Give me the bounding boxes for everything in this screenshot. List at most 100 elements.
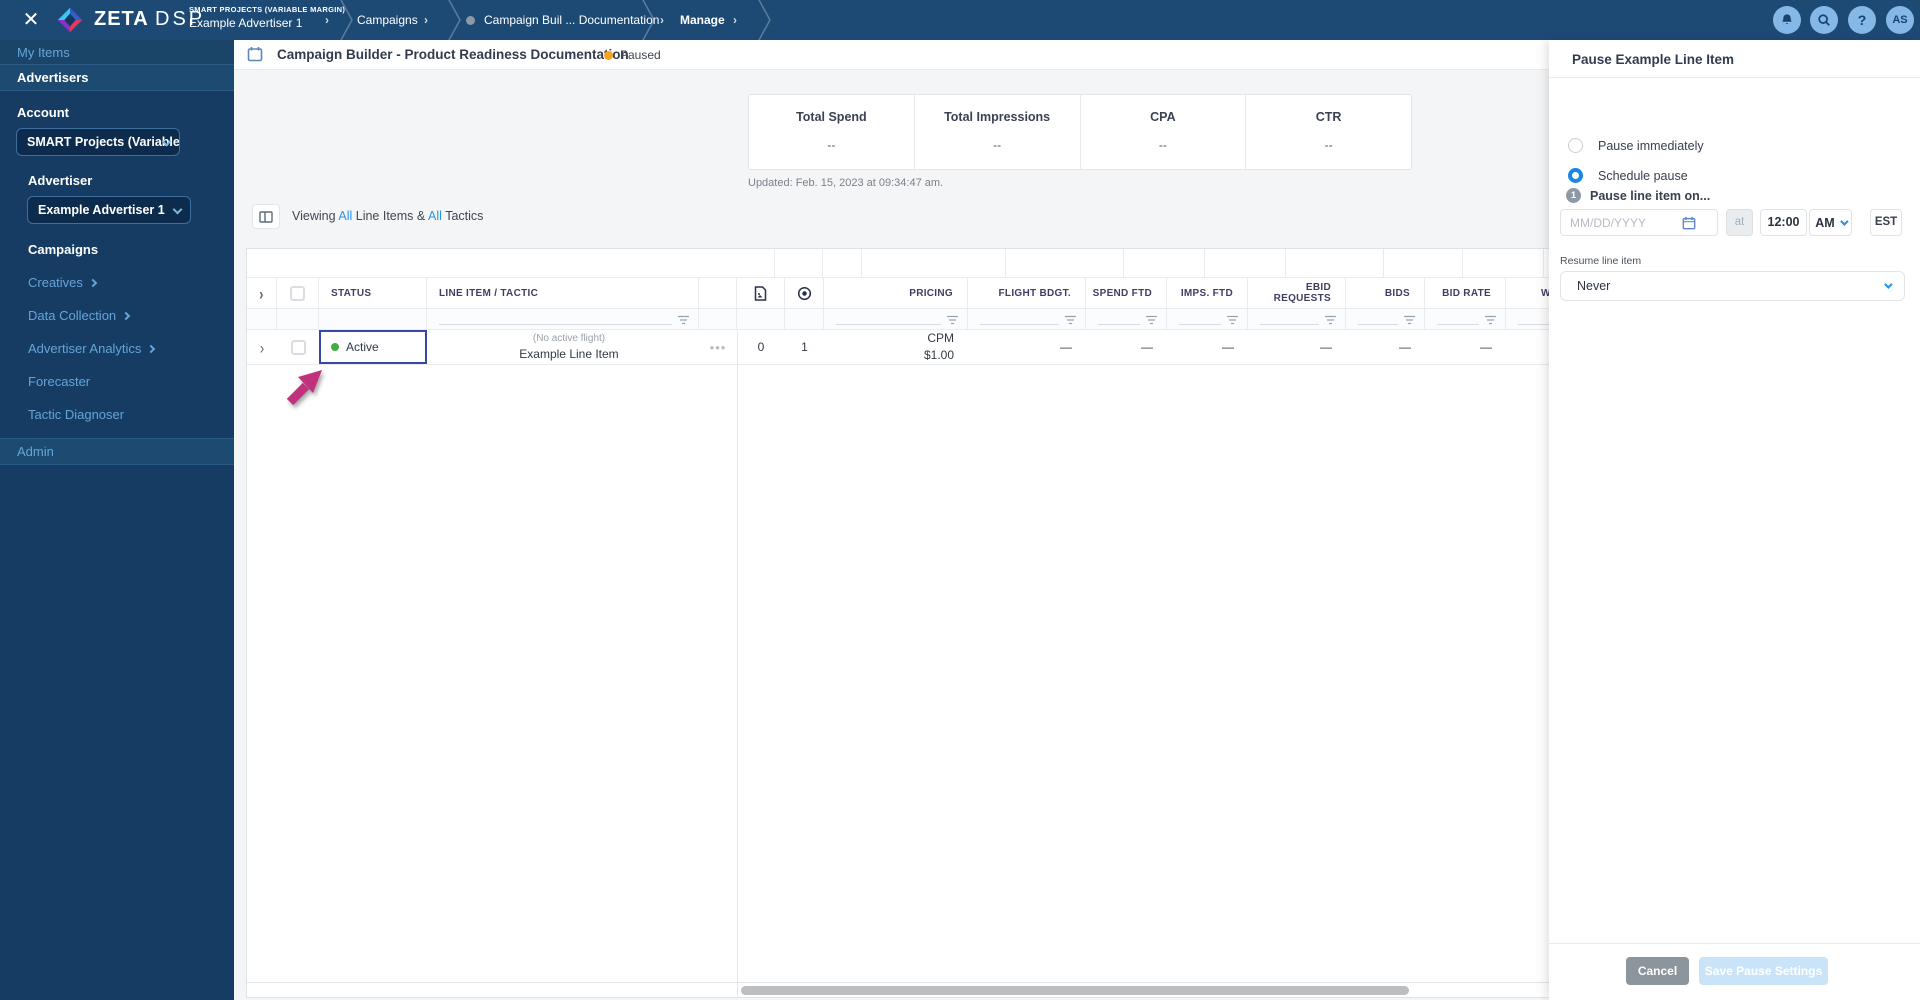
table-blank-band xyxy=(247,249,1705,277)
sidebar-item-label: Advertiser Analytics xyxy=(28,341,142,356)
sidebar-item-label: Creatives xyxy=(28,275,83,290)
calendar-icon[interactable] xyxy=(1682,216,1696,230)
meridiem-select[interactable]: AM xyxy=(1809,209,1852,236)
filter-icon xyxy=(1065,315,1076,325)
expand-row-icon[interactable]: › xyxy=(260,337,264,357)
row-checkbox[interactable] xyxy=(290,339,306,355)
column-header-bids[interactable]: BIDS xyxy=(1346,278,1425,308)
filter-icon xyxy=(1485,315,1496,325)
search-button[interactable] xyxy=(1810,6,1838,34)
column-settings-button[interactable] xyxy=(252,204,280,229)
filter-flight-bdgt[interactable] xyxy=(968,309,1086,329)
help-button[interactable]: ? xyxy=(1848,6,1876,34)
table-empty-body xyxy=(247,366,1705,982)
advertiser-select[interactable]: Example Advertiser 1 xyxy=(27,196,191,224)
breadcrumb-manage[interactable]: Manage xyxy=(680,13,725,27)
resume-select[interactable]: Never xyxy=(1560,271,1905,301)
breadcrumb-campaigns[interactable]: Campaigns xyxy=(357,13,418,27)
flight-bdgt-value: — xyxy=(1060,340,1072,354)
pricing-cell: CPM $1.00 xyxy=(824,330,968,364)
filter-line-item[interactable] xyxy=(427,309,699,329)
pause-time-input[interactable] xyxy=(1761,210,1806,235)
notifications-button[interactable] xyxy=(1773,6,1801,34)
column-header-tactics[interactable] xyxy=(785,278,824,308)
sidebar-item-campaigns[interactable]: Campaigns xyxy=(0,242,234,257)
close-icon[interactable]: ✕ xyxy=(20,9,42,31)
line-item-cell[interactable]: (No active flight) Example Line Item xyxy=(427,330,699,364)
filter-bids[interactable] xyxy=(1346,309,1425,329)
sidebar-item-advertiser-analytics[interactable]: Advertiser Analytics xyxy=(0,341,234,356)
pointer-arrow-icon xyxy=(284,358,334,413)
save-pause-settings-button[interactable]: Save Pause Settings xyxy=(1699,957,1828,985)
breadcrumb-advertiser-label: Example Advertiser 1 xyxy=(189,16,303,30)
meridiem-value: AM xyxy=(1815,215,1835,230)
help-icon: ? xyxy=(1857,12,1867,28)
filter-icon xyxy=(1227,315,1238,325)
filter-imps-ftd[interactable] xyxy=(1167,309,1248,329)
chevron-right-icon[interactable]: › xyxy=(424,13,428,27)
radio-unchecked-icon[interactable] xyxy=(1568,138,1583,153)
column-header-line-item[interactable]: LINE ITEM / TACTIC xyxy=(427,278,699,308)
sidebar-item-admin[interactable]: Admin xyxy=(0,438,234,465)
filter-bid-rate[interactable] xyxy=(1425,309,1506,329)
row-actions-menu-icon[interactable]: ••• xyxy=(710,340,727,355)
filter-pricing[interactable] xyxy=(824,309,968,329)
sidebar-item-my-items[interactable]: My Items xyxy=(0,40,234,64)
column-header-bid-rate[interactable]: BID RATE xyxy=(1425,278,1506,308)
chevron-right-icon xyxy=(147,344,156,353)
pause-immediately-option[interactable]: Pause immediately xyxy=(1568,138,1704,153)
ebid-requests-value: — xyxy=(1320,340,1332,354)
column-header-flight-bdgt[interactable]: FLIGHT BDGT. xyxy=(968,278,1086,308)
sidebar-item-creatives[interactable]: Creatives xyxy=(0,275,234,290)
filter-spend-ftd[interactable] xyxy=(1086,309,1167,329)
pause-time-field[interactable] xyxy=(1760,209,1807,236)
all-line-items-link[interactable]: All xyxy=(338,209,352,223)
stat-value: -- xyxy=(827,138,836,152)
table-row[interactable]: › Active (No active flight) Example Line… xyxy=(247,330,1705,365)
cancel-button[interactable]: Cancel xyxy=(1626,957,1689,985)
summary-stats-card: Total Spend -- Total Impressions -- CPA … xyxy=(748,94,1412,170)
avatar[interactable]: AS xyxy=(1886,6,1914,34)
all-tactics-link[interactable]: All xyxy=(428,209,442,223)
status-cell-selected[interactable]: Active xyxy=(319,330,427,364)
column-header-imps-ftd[interactable]: IMPS. FTD xyxy=(1167,278,1248,308)
breadcrumb-account-label: SMART PROJECTS (VARIABLE MARGIN) xyxy=(189,5,346,14)
expand-all-icon[interactable]: › xyxy=(259,283,264,303)
chevron-right-icon[interactable]: › xyxy=(733,13,737,27)
sidebar-item-data-collection[interactable]: Data Collection xyxy=(0,308,234,323)
pause-date-field[interactable] xyxy=(1560,209,1718,236)
pause-immediately-label: Pause immediately xyxy=(1598,138,1704,153)
sidebar-item-advertisers[interactable]: Advertisers xyxy=(0,64,234,91)
line-item-name[interactable]: Example Line Item xyxy=(519,346,618,362)
schedule-pause-option[interactable]: Schedule pause xyxy=(1568,168,1688,183)
breadcrumb-advertiser[interactable]: SMART PROJECTS (VARIABLE MARGIN) Example… xyxy=(189,5,345,30)
sidebar-item-tactic-diagnoser[interactable]: Tactic Diagnoser xyxy=(0,407,234,422)
account-select[interactable]: SMART Projects (Variable M xyxy=(16,128,180,156)
pause-date-input[interactable] xyxy=(1570,215,1682,230)
chevron-right-icon[interactable]: › xyxy=(660,13,664,27)
stat-value: -- xyxy=(1324,138,1333,152)
filter-ebid-requests[interactable] xyxy=(1248,309,1346,329)
timezone-box: EST xyxy=(1870,209,1902,236)
column-header-spend-ftd[interactable]: SPEND FTD xyxy=(1086,278,1167,308)
column-header-ebid-requests[interactable]: EBID REQUESTS xyxy=(1248,278,1346,308)
stat-label: CTR xyxy=(1315,110,1342,124)
viewing-prefix: Viewing xyxy=(292,209,336,223)
select-all-checkbox[interactable] xyxy=(290,285,305,301)
breadcrumb-campaign[interactable]: Campaign Buil ... Documentation xyxy=(484,13,659,27)
stat-label: CPA xyxy=(1150,110,1176,124)
horizontal-scrollbar[interactable] xyxy=(741,986,1409,995)
viewing-suffix: Tactics xyxy=(445,209,484,223)
page-title: Campaign Builder - Product Readiness Doc… xyxy=(277,47,629,62)
last-updated-text: Updated: Feb. 15, 2023 at 09:34:47 am. xyxy=(748,177,944,189)
column-header-pricing[interactable]: PRICING xyxy=(824,278,968,308)
chevron-right-icon[interactable]: › xyxy=(325,13,329,27)
column-header-status[interactable]: STATUS xyxy=(319,278,427,308)
table-filter-row xyxy=(247,309,1705,330)
sidebar-item-forecaster[interactable]: Forecaster xyxy=(0,374,234,389)
divider xyxy=(1549,77,1920,78)
bell-icon xyxy=(1782,14,1792,24)
column-header-creatives[interactable] xyxy=(737,278,785,308)
account-select-value: SMART Projects (Variable M xyxy=(27,135,180,149)
radio-checked-icon[interactable] xyxy=(1568,168,1583,183)
